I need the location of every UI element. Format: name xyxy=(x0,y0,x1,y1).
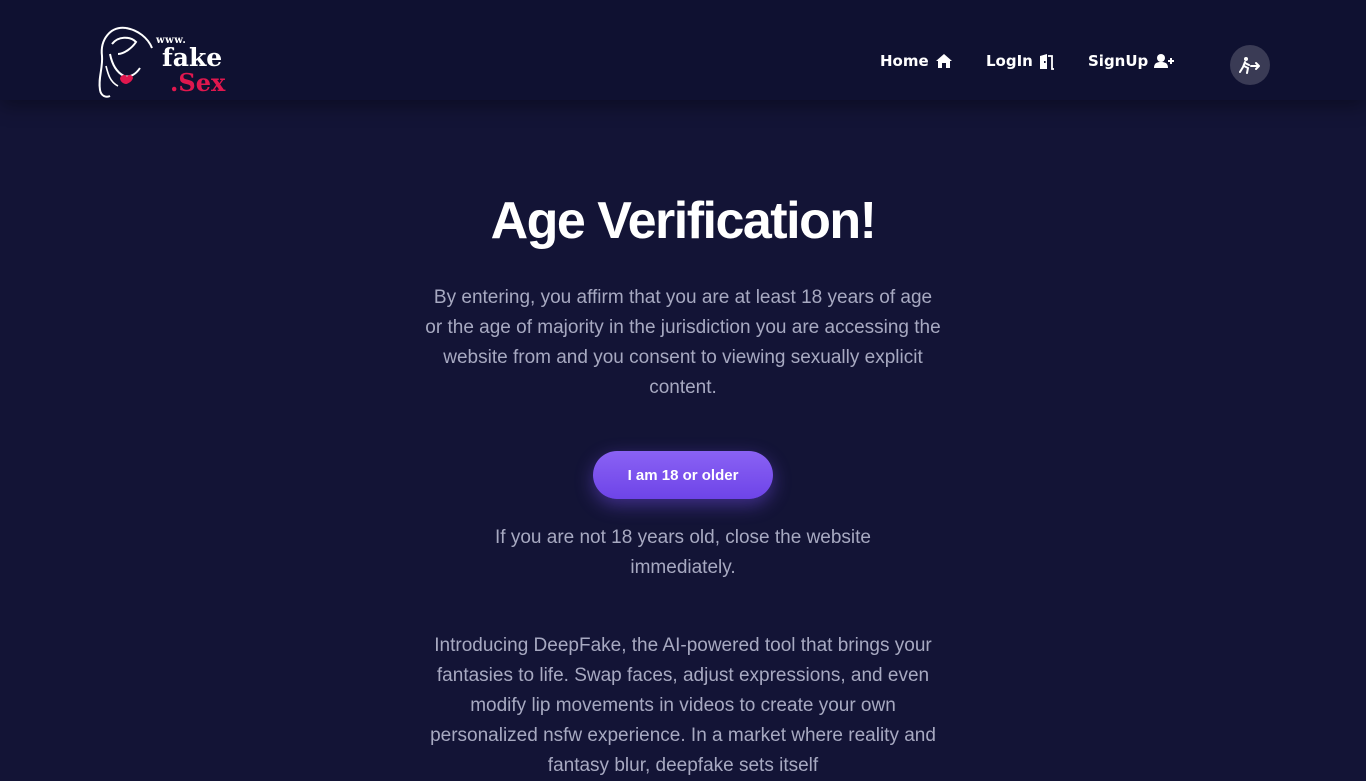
intro-text: Introducing DeepFake, the AI-powered too… xyxy=(430,635,936,776)
underage-notice-text: If you are not 18 years old, close the w… xyxy=(495,527,871,578)
nav-home-link[interactable]: Home xyxy=(880,52,953,70)
exit-walk-icon xyxy=(1239,57,1260,74)
user-plus-icon xyxy=(1154,54,1175,68)
site-header: www. fake .Sex Home LogIn SignUp xyxy=(0,0,1366,100)
nav-login-link[interactable]: LogIn xyxy=(986,52,1055,70)
site-logo[interactable]: www. fake .Sex xyxy=(96,24,236,100)
nav-signup-link[interactable]: SignUp xyxy=(1088,52,1175,70)
logo-tld-text: .Sex xyxy=(170,68,226,97)
nav-signup-label: SignUp xyxy=(1088,52,1149,70)
page-title: Age Verification! xyxy=(490,192,877,250)
home-icon xyxy=(935,54,952,68)
exit-button[interactable] xyxy=(1230,45,1270,85)
affirmation-text: By entering, you affirm that you are at … xyxy=(425,287,941,398)
confirm-age-button[interactable]: I am 18 or older xyxy=(593,451,773,499)
door-icon xyxy=(1039,53,1054,70)
nav-login-label: LogIn xyxy=(986,52,1033,70)
nav-home-label: Home xyxy=(880,52,929,70)
